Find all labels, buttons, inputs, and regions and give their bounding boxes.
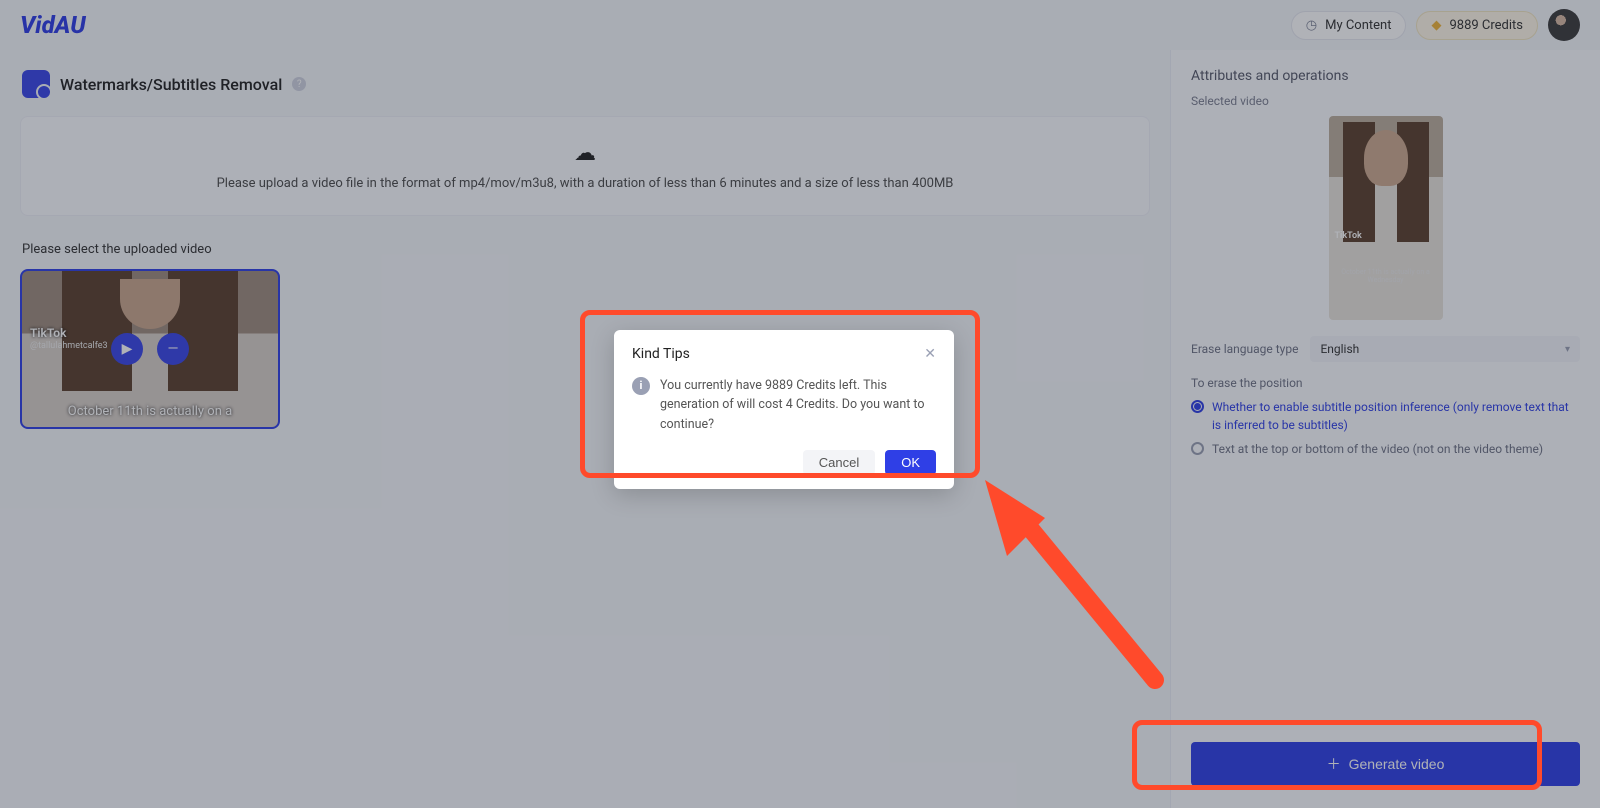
ok-button[interactable]: OK: [885, 450, 936, 475]
cancel-button[interactable]: Cancel: [803, 450, 875, 475]
info-icon: i: [632, 377, 650, 395]
confirmation-modal: Kind Tips ✕ i You currently have 9889 Cr…: [614, 330, 954, 489]
modal-title: Kind Tips: [632, 346, 690, 362]
modal-message: You currently have 9889 Credits left. Th…: [660, 376, 936, 434]
modal-close-button[interactable]: ✕: [924, 346, 936, 362]
